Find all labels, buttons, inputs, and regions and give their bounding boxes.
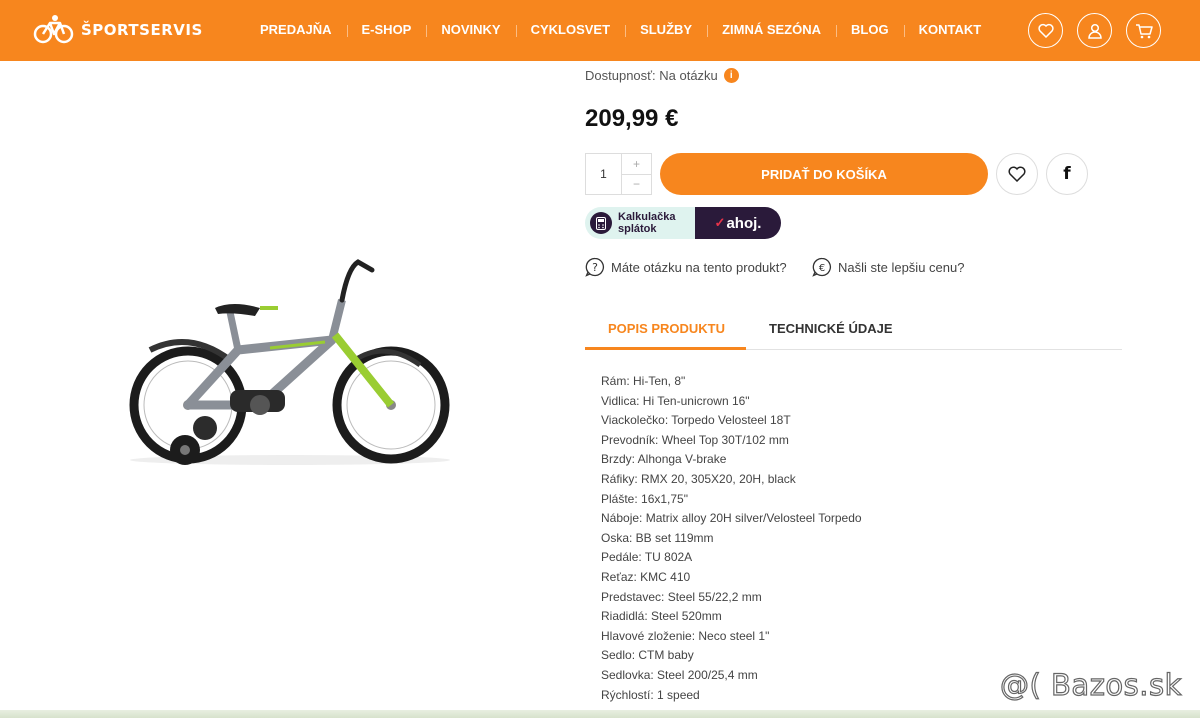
main-nav: PREDAJŇA E-SHOP NOVINKY CYKLOSVET SLUŽBY…: [245, 22, 996, 37]
user-icon: [1087, 23, 1102, 39]
add-to-cart-button[interactable]: PRIDAŤ DO KOŠÍKA: [660, 153, 988, 195]
spec-line: Pedále: TU 802A: [601, 550, 693, 565]
tab-technicke-udaje[interactable]: TECHNICKÉ ÚDAJE: [769, 321, 893, 336]
bottom-strip: [0, 710, 1200, 718]
quantity-input[interactable]: 1: [586, 154, 622, 194]
better-price-link-text: Našli ste lepšiu cenu?: [838, 259, 965, 275]
spec-line: Sedlo: CTM baby: [601, 648, 694, 663]
availability-text: Dostupnosť: Na otázku: [585, 68, 718, 83]
ahoj-brand: ahoj.: [726, 214, 762, 232]
calculator-icon: [590, 212, 612, 234]
spec-line: Rám: Hi-Ten, 8": [601, 374, 686, 388]
cart-button[interactable]: [1126, 13, 1161, 48]
spec-line: Náboje: Matrix alloy 20H silver/Velostee…: [601, 511, 862, 526]
spec-line: Predstavec: Steel 55/22,2 mm: [601, 589, 762, 604]
calculator-label-line1: Kalkulačka: [618, 211, 676, 223]
add-to-wishlist-button[interactable]: [996, 153, 1038, 195]
nav-item-sluzby[interactable]: SLUŽBY: [625, 22, 707, 37]
active-tab-indicator: [585, 347, 746, 350]
spec-line: Sedlovka: Steel 200/25,4 mm: [601, 667, 758, 682]
ahoj-logo: ✓ ahoj.: [695, 207, 781, 239]
spec-line: Rýchlostí: 1 speed: [601, 687, 700, 702]
nav-item-blog[interactable]: BLOG: [836, 22, 904, 37]
quantity-stepper: 1 + −: [585, 153, 652, 195]
svg-text:€: €: [819, 263, 825, 274]
facebook-icon: f: [1063, 164, 1071, 184]
nav-item-eshop[interactable]: E-SHOP: [346, 22, 427, 37]
wishlist-button[interactable]: [1028, 13, 1063, 48]
calculator-label: Kalkulačka splátok: [618, 211, 675, 235]
availability: Dostupnosť: Na otázku i: [585, 68, 739, 83]
better-price-link[interactable]: € Našli ste lepšiu cenu?: [812, 257, 964, 277]
heart-icon: [1037, 23, 1054, 38]
svg-text:?: ?: [592, 261, 598, 274]
heart-icon: [1008, 166, 1026, 182]
logo-text: ŠPORTSERVIS: [81, 21, 203, 39]
spec-line: Brzdy: Alhonga V-brake: [601, 452, 727, 467]
account-button[interactable]: [1077, 13, 1112, 48]
spec-line: Prevodník: Wheel Top 30T/102 mm: [601, 432, 789, 447]
spec-line: Riadidlá: Steel 520mm: [601, 609, 722, 624]
nav-item-novinky[interactable]: NOVINKY: [426, 22, 515, 37]
question-link[interactable]: ? Máte otázku na tento produkt?: [585, 257, 787, 277]
spec-line: Oska: BB set 119mm: [601, 530, 714, 545]
question-link-text: Máte otázku na tento produkt?: [611, 259, 787, 275]
info-icon[interactable]: i: [723, 68, 739, 83]
calculator-label-line2: splátok: [618, 223, 657, 235]
ahoj-check-icon: ✓: [714, 215, 726, 230]
euro-bubble-icon: €: [812, 257, 832, 277]
spec-line: Plášte: 16x1,75": [601, 491, 688, 506]
nav-item-kontakt[interactable]: KONTAKT: [903, 22, 997, 37]
nav-item-predajna[interactable]: PREDAJŇA: [245, 22, 347, 37]
spec-line: Hlavové zloženie: Neco steel 1": [601, 628, 770, 643]
top-navigation-bar: ŠPORTSERVIS PREDAJŇA E-SHOP NOVINKY CYKL…: [0, 0, 1200, 61]
question-bubble-icon: ?: [585, 257, 605, 277]
product-tabs: POPIS PRODUKTU TECHNICKÉ ÚDAJE: [585, 310, 1122, 350]
nav-item-cyklosvet[interactable]: CYKLOSVET: [515, 22, 625, 37]
spec-line: Vidlica: Hi Ten-unicrown 16": [601, 393, 750, 408]
facebook-share-button[interactable]: f: [1046, 153, 1088, 195]
spec-line: Viackolečko: Torpedo Velosteel 18T: [601, 413, 791, 428]
quantity-increase-button[interactable]: +: [622, 154, 651, 175]
bicycle-logo-icon: [33, 15, 74, 44]
nav-item-zimna-sezona[interactable]: ZIMNÁ SEZÓNA: [707, 22, 836, 37]
product-price: 209,99 €: [585, 105, 679, 132]
product-image-bicycle[interactable]: [120, 250, 465, 475]
quantity-decrease-button[interactable]: −: [622, 175, 651, 195]
installment-calculator-button[interactable]: Kalkulačka splátok ✓ ahoj.: [585, 207, 781, 239]
logo[interactable]: ŠPORTSERVIS: [33, 14, 203, 46]
spec-line: Reťaz: KMC 410: [601, 569, 691, 584]
spec-line: Ráfiky: RMX 20, 305X20, 20H, black: [601, 471, 796, 486]
product-specs-list: Rám: Hi-Ten, 8" Vidlica: Hi Ten-unicrown…: [601, 372, 862, 705]
tab-popis-produktu[interactable]: POPIS PRODUKTU: [608, 321, 725, 336]
bazos-watermark: @( Bazos.sk: [999, 667, 1182, 702]
cart-icon: [1135, 23, 1153, 38]
